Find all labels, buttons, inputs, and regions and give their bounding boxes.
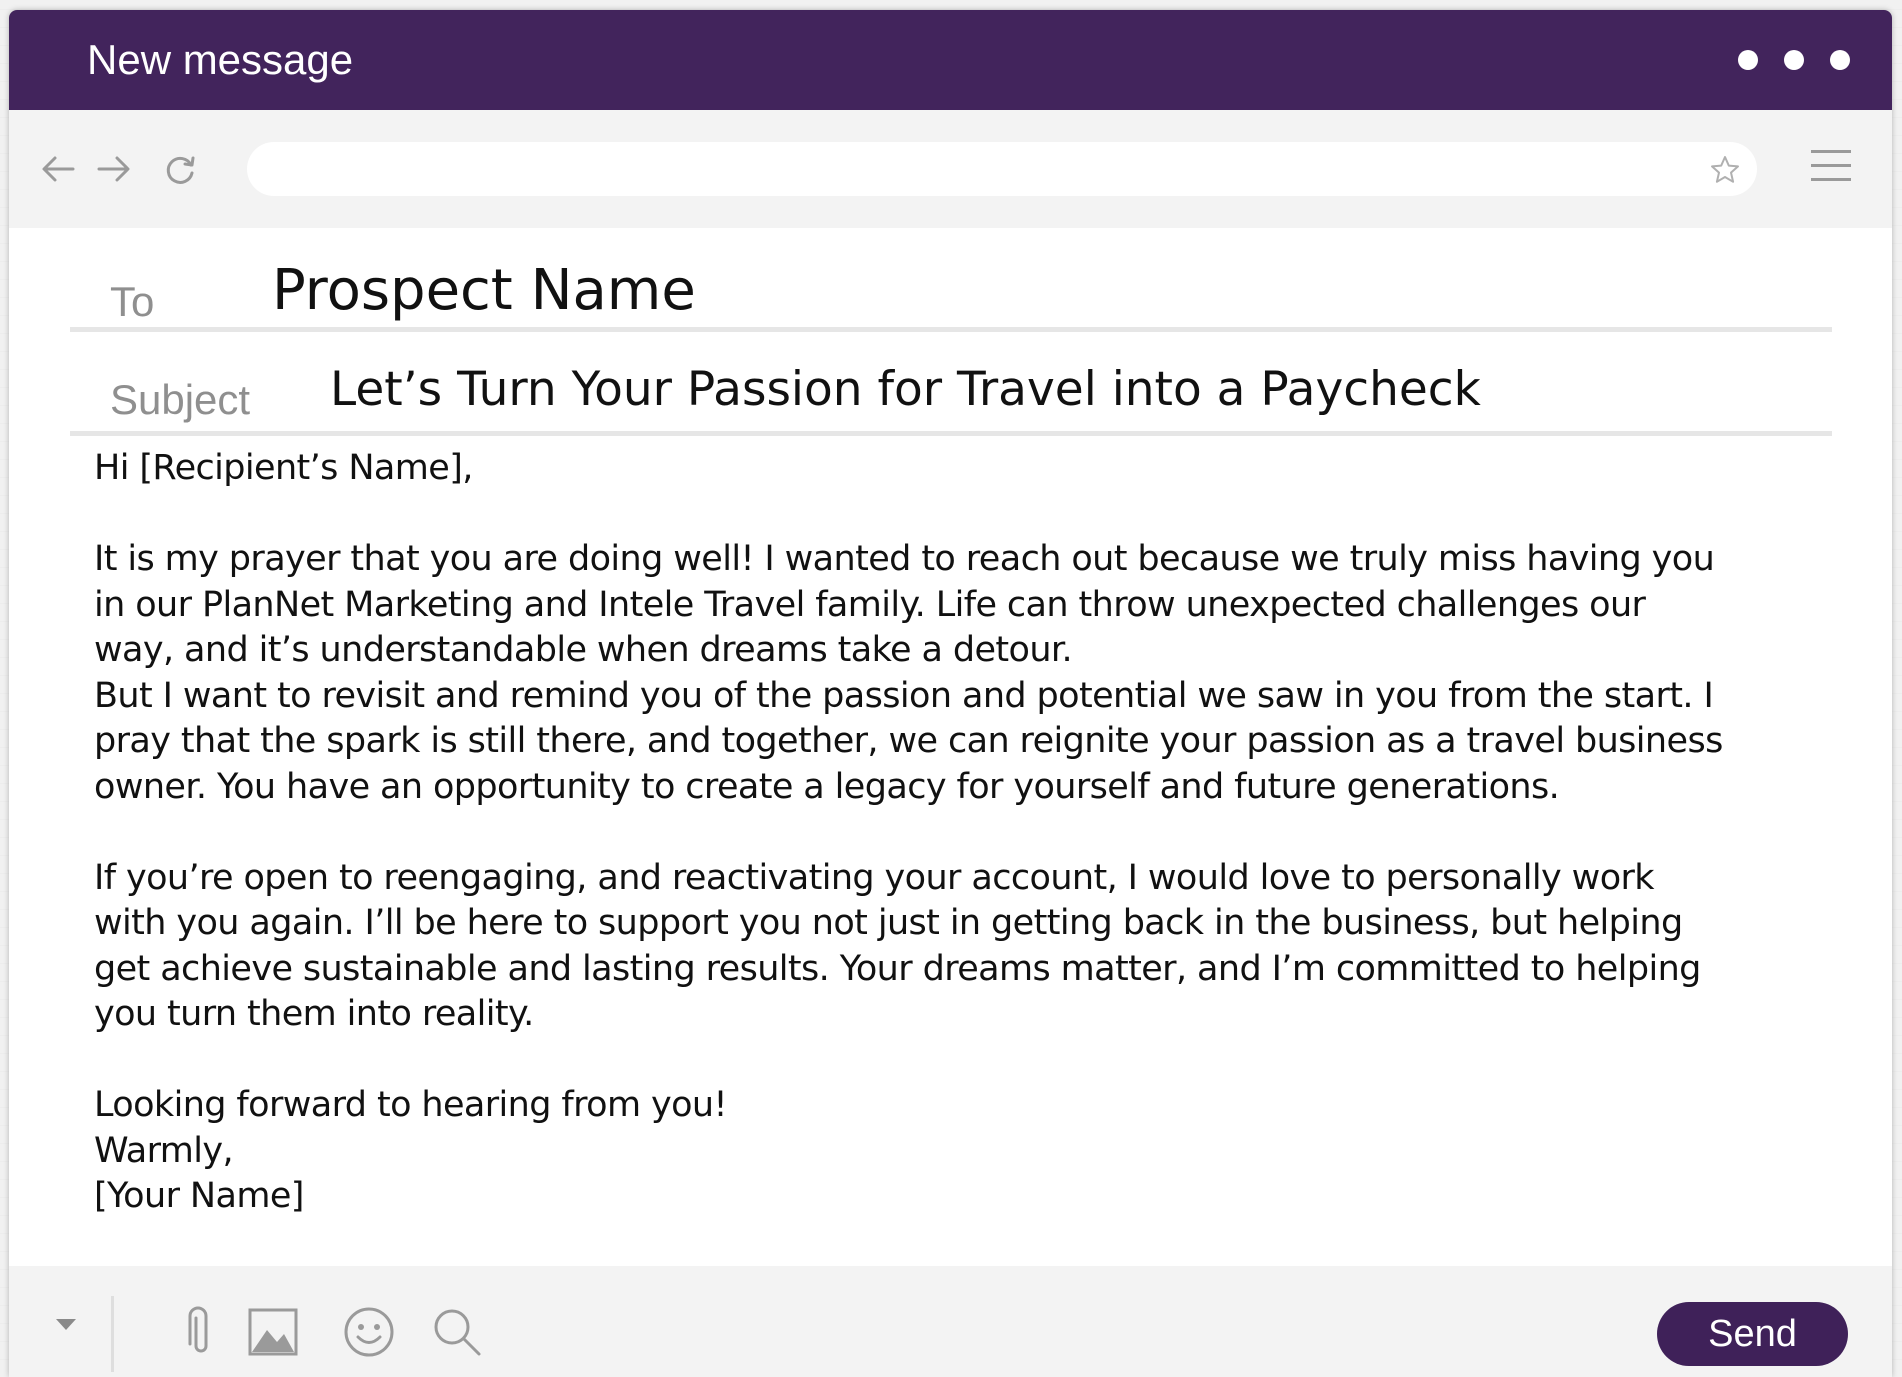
body-line: owner. You have an opportunity to create… [94, 766, 1560, 807]
body-line: way, and it’s understandable when dreams… [94, 630, 1073, 670]
reload-icon[interactable] [159, 148, 201, 190]
menu-line [1811, 150, 1851, 153]
compose-window: New message To Prospect Name Subject Let… [9, 10, 1892, 1377]
paperclip-icon[interactable] [173, 1304, 229, 1360]
dot [1830, 50, 1850, 70]
title-bar: New message [9, 10, 1892, 110]
to-label: To [110, 278, 155, 325]
arrow-left-icon[interactable] [37, 148, 79, 190]
subject-row: Subject Let’s Turn Your Passion for Trav… [70, 332, 1832, 436]
browser-toolbar [9, 110, 1892, 228]
send-button[interactable]: Send [1657, 1302, 1848, 1366]
body-line: pray that the spark is still there, and … [94, 721, 1723, 761]
body-line: with you again. I’ll be here to support … [94, 903, 1683, 943]
smiley-icon[interactable] [341, 1304, 397, 1360]
menu-line [1811, 164, 1851, 167]
dot [1784, 50, 1804, 70]
caret-down-icon[interactable] [51, 1308, 81, 1338]
compose-toolbar: Send [9, 1266, 1892, 1377]
body-line: It is my prayer that you are doing well!… [94, 539, 1715, 579]
subject-label: Subject [110, 376, 251, 423]
signature: [Your Name] [94, 1176, 304, 1216]
hamburger-menu-icon[interactable] [1811, 150, 1851, 186]
star-icon[interactable] [1709, 154, 1741, 186]
body-line: you turn them into reality. [94, 994, 534, 1034]
divider [111, 1296, 114, 1372]
subject-field[interactable]: Let’s Turn Your Passion for Travel into … [330, 362, 1810, 417]
arrow-right-icon[interactable] [93, 148, 135, 190]
menu-line [1811, 178, 1851, 181]
to-field[interactable]: Prospect Name [272, 258, 1472, 323]
dot [1738, 50, 1758, 70]
signoff: Warmly, [94, 1130, 234, 1171]
closing: Looking forward to hearing from you! [94, 1085, 728, 1125]
search-icon[interactable] [429, 1304, 485, 1360]
body-line: If you’re open to reengaging, and reacti… [94, 857, 1655, 898]
body-line: But I want to revisit and remind you of … [94, 675, 1714, 716]
image-icon[interactable] [245, 1304, 301, 1360]
message-body[interactable]: Hi [Recipient’s Name], It is my prayer t… [94, 446, 1854, 1236]
greeting: Hi [Recipient’s Name], [94, 448, 473, 488]
window-title: New message [87, 36, 354, 83]
more-dots-icon[interactable] [1738, 50, 1850, 70]
body-line: get achieve sustainable and lasting resu… [94, 948, 1701, 989]
to-row: To Prospect Name [70, 228, 1832, 332]
address-bar[interactable] [247, 142, 1757, 196]
body-line: in our PlanNet Marketing and Intele Trav… [94, 584, 1646, 625]
